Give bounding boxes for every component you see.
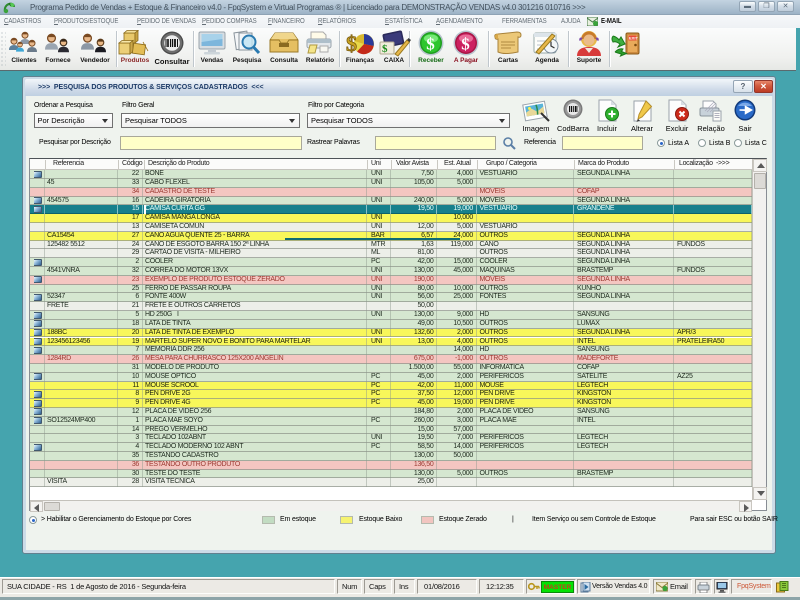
svg-text:$: $ (426, 35, 435, 54)
svg-text:$: $ (346, 31, 357, 56)
svg-text:$: $ (382, 43, 388, 55)
svg-text:EXIT: EXIT (629, 36, 638, 41)
svg-text:$: $ (461, 35, 470, 54)
